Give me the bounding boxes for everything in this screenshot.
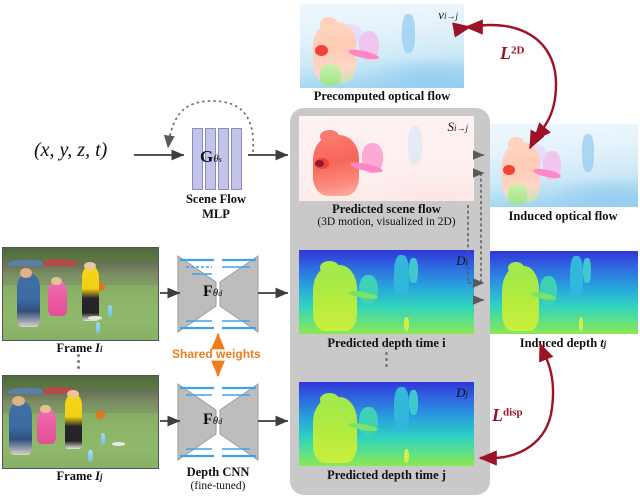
scene-flow-mlp-caption-line1: Scene Flow xyxy=(185,192,247,206)
depth-cnn-caption-line1: Depth CNN xyxy=(186,465,250,479)
depth-cnn-top-symbol: Fθd xyxy=(203,283,223,300)
frame-j-caption-text: Frame xyxy=(56,469,96,483)
precomputed-flow-symbol: vi→j xyxy=(438,7,458,22)
predicted-depth-i-symbol: Di xyxy=(456,253,468,268)
predicted-scene-flow-subcaption: (3D motion, visualized in 2D) xyxy=(317,216,456,228)
induced-depth-caption: Induced depth tj xyxy=(483,336,640,351)
depth-cnn-bottom-symbol: Fθd xyxy=(203,411,223,428)
frame-i-image xyxy=(2,247,159,341)
predicted-depth-i-caption: Predicted depth time i xyxy=(327,336,446,350)
mlp-symbol: Gθs xyxy=(200,147,222,166)
predicted-scene-flow-caption: Predicted scene flow xyxy=(332,202,441,216)
induced-optical-flow-image xyxy=(490,124,638,207)
frame-i-caption-text: Frame xyxy=(56,341,96,355)
mlp-layer-bar xyxy=(231,128,242,190)
precomputed-optical-flow-caption: Precomputed optical flow xyxy=(313,89,451,103)
predicted-scene-flow-symbol: Si→j xyxy=(447,119,468,134)
predicted-depth-i-image: Di xyxy=(299,250,474,334)
predicted-scene-flow-image: Si→j xyxy=(299,116,474,201)
input-coordinates-label: (x, y, z, t) xyxy=(34,139,108,161)
scene-flow-mlp-caption-line2: MLP xyxy=(202,207,230,221)
predicted-depth-j-image: Dj xyxy=(299,382,474,466)
figure-canvas: vi→j Precomputed optical flow Si→j Predi… xyxy=(0,0,640,501)
loss-2d-label: L2D xyxy=(500,43,525,63)
depth-cnn-caption-line2: (fine-tuned) xyxy=(190,480,246,492)
predicted-depth-j-symbol: Dj xyxy=(456,385,468,400)
depth-ellipsis xyxy=(385,352,388,367)
frames-ellipsis xyxy=(77,354,80,369)
precomputed-optical-flow-image: vi→j xyxy=(300,4,464,88)
predicted-depth-j-caption: Predicted depth time j xyxy=(327,468,446,482)
induced-depth-caption-subscript: j xyxy=(603,339,607,349)
induced-depth-image xyxy=(490,251,638,334)
frame-j-caption-subscript: j xyxy=(99,472,103,482)
frame-j-caption: Frame Ij xyxy=(2,469,157,484)
frame-i-caption-subscript: i xyxy=(99,344,103,354)
frame-j-image xyxy=(2,375,159,469)
induced-depth-caption-text: Induced depth xyxy=(519,336,601,350)
loss-disp-label: Ldisp xyxy=(492,405,523,425)
loss-disp-arc xyxy=(478,342,555,466)
induced-optical-flow-caption: Induced optical flow xyxy=(508,209,618,223)
shared-weights-label: Shared weights xyxy=(172,347,261,361)
